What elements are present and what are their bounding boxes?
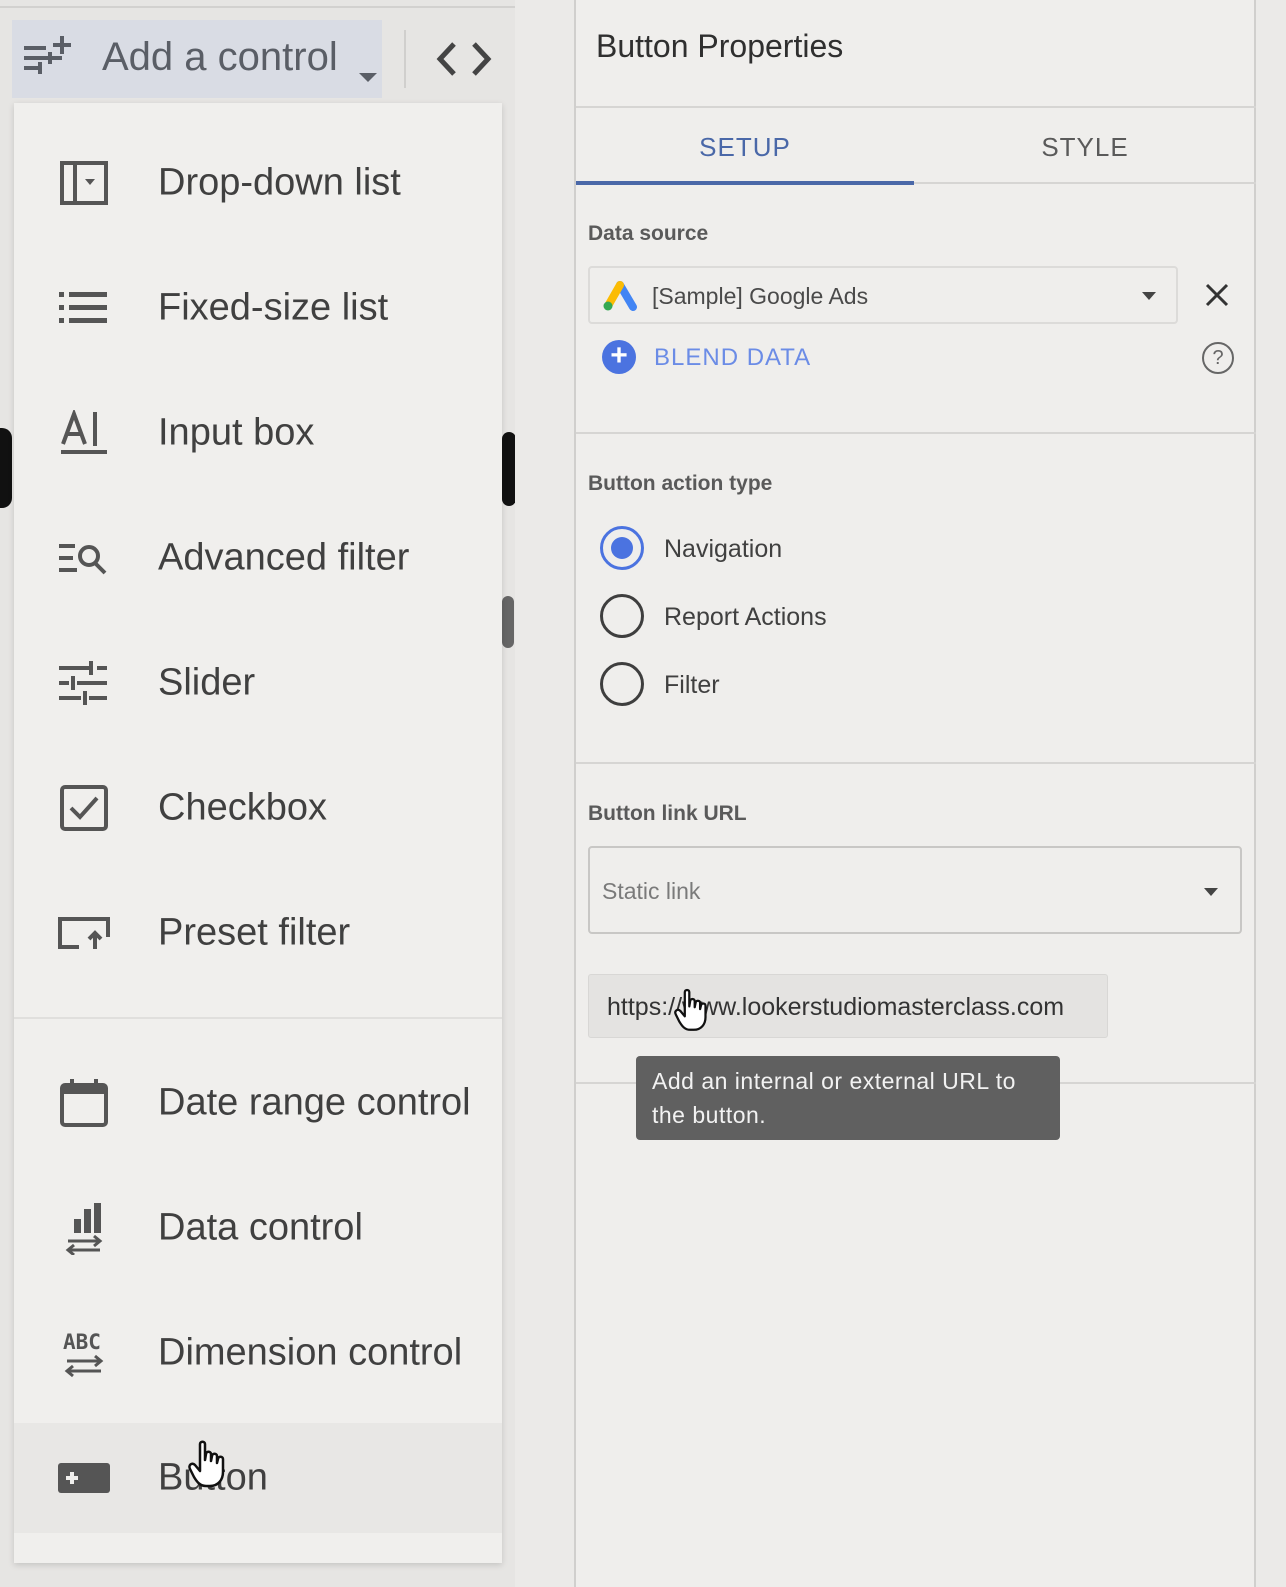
menu-item-date-range-control[interactable]: Date range control [14,1048,502,1158]
radio-label-report-actions: Report Actions [664,603,827,631]
menu-item-button[interactable]: Button [14,1423,502,1533]
add-control-button[interactable]: Add a control [12,20,382,98]
checkbox-icon [56,780,112,836]
link-url-label: Button link URL [588,802,747,825]
menu-item-label: Preset filter [158,911,351,954]
menu-item-slider[interactable]: Slider [14,628,502,738]
close-icon[interactable] [1202,280,1232,310]
blend-data-button[interactable]: BLEND DATA [654,344,811,372]
data-source-select[interactable]: [Sample] Google Ads [588,266,1178,324]
menu-item-checkbox[interactable]: Checkbox [14,753,502,863]
chevron-down-icon [1204,888,1218,896]
radio-navigation[interactable] [600,526,644,570]
data-control-icon [56,1200,112,1256]
section-divider [576,432,1256,434]
google-ads-icon [603,281,637,311]
list-icon [56,280,112,336]
menu-item-fixed-size-list[interactable]: Fixed-size list [14,253,502,363]
hand-cursor-icon [674,988,707,1031]
radio-filter[interactable] [600,662,644,706]
controls-pane: Add a control Drop-down list Fixed-size … [0,0,515,1587]
menu-item-label: Slider [158,661,256,704]
top-divider [0,6,515,8]
radio-report-actions[interactable] [600,594,644,638]
input-box-icon [56,405,112,461]
menu-item-label: Dimension control [158,1331,463,1374]
radio-label-filter: Filter [664,671,720,699]
tab-style[interactable]: STYLE [916,110,1254,184]
canvas-edge-fragment [0,428,12,508]
menu-item-label: Advanced filter [158,536,410,579]
menu-item-label: Data control [158,1206,363,1249]
panel-title: Button Properties [596,28,844,64]
chevron-down-icon [1142,292,1156,300]
menu-item-input-box[interactable]: Input box [14,378,502,488]
chevron-down-icon [359,73,377,82]
menu-item-preset-filter[interactable]: Preset filter [14,878,502,988]
tune-plus-icon [24,36,71,74]
canvas-edge-fragment [502,432,515,506]
url-tooltip: Add an internal or external URL to the b… [636,1056,1060,1140]
menu-item-label: Date range control [158,1081,471,1124]
add-control-menu: Drop-down list Fixed-size list Input box… [14,103,502,1563]
link-type-select[interactable]: Static link [588,846,1242,934]
section-divider [576,762,1256,764]
slider-icon [56,655,112,711]
hand-cursor-icon [188,1440,225,1488]
menu-item-label: Fixed-size list [158,286,389,329]
svg-text:ABC: ABC [63,1330,101,1354]
menu-item-label: Input box [158,411,315,454]
button-icon [56,1450,112,1506]
radio-label-navigation: Navigation [664,535,783,563]
canvas-edge-fragment [502,596,514,648]
help-icon[interactable]: ? [1202,342,1234,374]
active-tab-indicator [576,181,914,185]
data-source-label: Data source [588,222,709,245]
menu-item-dropdown-list[interactable]: Drop-down list [14,128,502,238]
menu-item-label: Drop-down list [158,161,401,204]
link-type-value: Static link [602,878,701,904]
add-circle-icon[interactable]: + [602,340,636,374]
menu-item-label: Checkbox [158,786,327,829]
preset-filter-icon [56,905,112,961]
tab-setup[interactable]: SETUP [576,110,914,184]
data-source-value: [Sample] Google Ads [652,283,869,309]
menu-item-data-control[interactable]: Data control [14,1173,502,1283]
calendar-icon [56,1075,112,1131]
advanced-filter-icon [56,530,112,586]
abc-swap-icon: ABC [56,1325,112,1381]
menu-item-advanced-filter[interactable]: Advanced filter [14,503,502,613]
menu-item-dimension-control[interactable]: ABC Dimension control [14,1298,502,1408]
toolbar-separator [404,30,406,88]
action-type-label: Button action type [588,472,773,495]
dropdown-list-icon [56,155,112,211]
button-properties-panel: Button Properties SETUP STYLE Data sourc… [574,0,1256,1587]
code-icon[interactable] [434,36,494,82]
add-control-label: Add a control [102,35,338,79]
menu-divider [14,1017,502,1019]
url-input[interactable]: https://www.lookerstudiomasterclass.com [588,974,1108,1038]
title-divider [576,106,1256,108]
